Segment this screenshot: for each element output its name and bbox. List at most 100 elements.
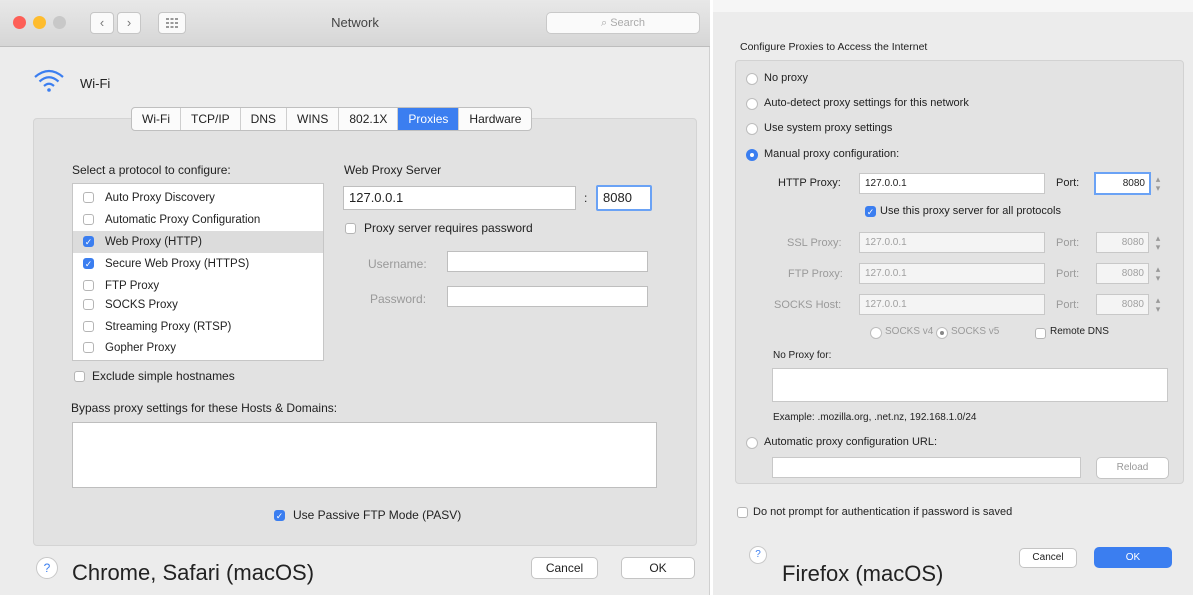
auto-config-url-input[interactable] [772,457,1081,478]
bypass-hosts-textarea[interactable] [72,422,657,488]
no-prompt-label: Do not prompt for authentication if pass… [753,506,1013,518]
ssl-port-input[interactable]: 8080 [1096,232,1149,253]
radio-manual[interactable] [746,149,758,161]
requires-password-label: Proxy server requires password [364,221,533,235]
radio-no-proxy[interactable] [746,73,758,85]
socks-host-label: SOCKS Host: [774,299,842,311]
server-heading: Web Proxy Server [344,163,442,177]
auto-config-url-label: Automatic proxy configuration URL: [764,436,938,448]
ftp-proxy-label: FTP Proxy: [788,268,843,280]
ftp-port-input[interactable]: 8080 [1096,263,1149,284]
tab-wifi[interactable]: Wi-Fi [132,108,181,130]
radio-dot-icon [940,331,944,335]
system-label: Use system proxy settings [764,122,893,134]
checkbox[interactable] [83,280,94,291]
checkbox[interactable] [83,299,94,310]
protocol-item-gopher-proxy[interactable]: Gopher Proxy [73,337,323,359]
protocol-item-auto-proxy-discovery[interactable]: Auto Proxy Discovery [73,187,323,209]
remote-dns-label: Remote DNS [1050,326,1109,337]
no-proxy-label: No proxy [764,72,809,84]
ssl-port-stepper[interactable]: ▴ ▾ [1154,234,1162,252]
radio-auto-config-url[interactable] [746,437,758,449]
checkbox-checked[interactable]: ✓ [83,236,94,247]
http-proxy-label: HTTP Proxy: [778,177,841,189]
port-separator: : [584,191,588,205]
auto-detect-label: Auto-detect proxy settings for this netw… [764,97,969,109]
protocol-heading: Select a protocol to configure: [72,163,231,177]
firefox-connection-settings: Configure Proxies to Access the Internet… [713,0,1193,595]
proxy-server-input[interactable]: 127.0.0.1 [343,186,576,210]
no-proxy-for-label: No Proxy for: [773,350,832,361]
password-input[interactable] [447,286,648,307]
example-text: Example: .mozilla.org, .net.nz, 192.168.… [773,412,977,423]
checkbox[interactable] [83,321,94,332]
no-prompt-checkbox[interactable] [737,507,748,518]
manual-label: Manual proxy configuration: [764,148,900,160]
protocol-item-web-proxy[interactable]: ✓ Web Proxy (HTTP) [73,231,323,253]
search-field[interactable]: ⌕ Search [546,12,700,34]
remote-dns-checkbox[interactable] [1035,328,1046,339]
proxy-port-input[interactable]: 8080 [596,185,652,211]
no-proxy-for-textarea[interactable] [772,368,1168,402]
socks-port-input[interactable]: 8080 [1096,294,1149,315]
ssl-proxy-input[interactable]: 127.0.0.1 [859,232,1045,253]
help-button[interactable]: ? [36,557,58,579]
protocol-item-socks-proxy[interactable]: SOCKS Proxy [73,294,323,316]
tab-hardware[interactable]: Hardware [459,108,531,130]
username-input[interactable] [447,251,648,272]
protocol-item-streaming-proxy[interactable]: Streaming Proxy (RTSP) [73,316,323,338]
checkbox[interactable] [83,214,94,225]
exclude-simple-checkbox[interactable] [74,371,85,382]
ssl-port-label: Port: [1056,237,1080,249]
socks-v4-label: SOCKS v4 [885,326,934,337]
socks-port-label: Port: [1056,299,1080,311]
http-port-stepper[interactable]: ▴ ▾ [1154,175,1162,193]
requires-password-checkbox[interactable] [345,223,356,234]
search-placeholder: Search [610,17,646,29]
use-for-all-checkbox[interactable]: ✓ [865,206,876,217]
socks-host-input[interactable]: 127.0.0.1 [859,294,1045,315]
tab-8021x[interactable]: 802.1X [339,108,399,130]
tab-wins[interactable]: WINS [287,108,340,130]
checkbox[interactable] [83,192,94,203]
password-label: Password: [370,292,427,306]
interface-name: Wi-Fi [80,76,111,91]
cancel-button[interactable]: Cancel [531,557,598,579]
search-icon: ⌕ [600,17,608,29]
http-proxy-input[interactable]: 127.0.0.1 [859,173,1045,194]
protocol-item-automatic-proxy-configuration[interactable]: Automatic Proxy Configuration [73,209,323,231]
http-port-label: Port: [1056,177,1080,189]
bypass-label: Bypass proxy settings for these Hosts & … [71,401,338,415]
username-label: Username: [368,257,427,271]
reload-button[interactable]: Reload [1096,457,1169,479]
caption-chrome-safari: Chrome, Safari (macOS) [72,560,315,585]
passive-ftp-label: Use Passive FTP Mode (PASV) [293,508,462,522]
ftp-proxy-input[interactable]: 127.0.0.1 [859,263,1045,284]
radio-socks-v4[interactable] [870,327,882,339]
ftp-port-label: Port: [1056,268,1080,280]
radio-system[interactable] [746,123,758,135]
passive-ftp-checkbox[interactable]: ✓ [274,510,285,521]
ftp-port-stepper[interactable]: ▴ ▾ [1154,265,1162,283]
cancel-button[interactable]: Cancel [1019,548,1077,568]
protocol-item-secure-web-proxy[interactable]: ✓ Secure Web Proxy (HTTPS) [73,253,323,275]
use-for-all-label: Use this proxy server for all protocols [880,205,1061,217]
radio-auto-detect[interactable] [746,98,758,110]
config-heading: Configure Proxies to Access the Internet [740,41,928,53]
radio-socks-v5[interactable] [936,327,948,339]
top-strip [713,0,1193,12]
tab-dns[interactable]: DNS [241,108,287,130]
socks-port-stepper[interactable]: ▴ ▾ [1154,296,1162,314]
checkbox[interactable] [83,342,94,353]
checkbox-checked[interactable]: ✓ [83,258,94,269]
http-port-input[interactable]: 8080 [1094,172,1151,195]
help-button[interactable]: ? [749,546,767,564]
ok-button[interactable]: OK [1094,547,1172,568]
tab-tcpip[interactable]: TCP/IP [181,108,241,130]
macos-network-window: ‹ › Network ⌕ Search Wi-Fi Wi-Fi TCP/IP … [0,0,710,595]
caption-firefox: Firefox (macOS) [782,561,944,586]
socks-v5-label: SOCKS v5 [951,326,1000,337]
ok-button[interactable]: OK [621,557,695,579]
tab-proxies[interactable]: Proxies [398,108,460,130]
protocol-list: Auto Proxy Discovery Automatic Proxy Con… [72,183,324,361]
